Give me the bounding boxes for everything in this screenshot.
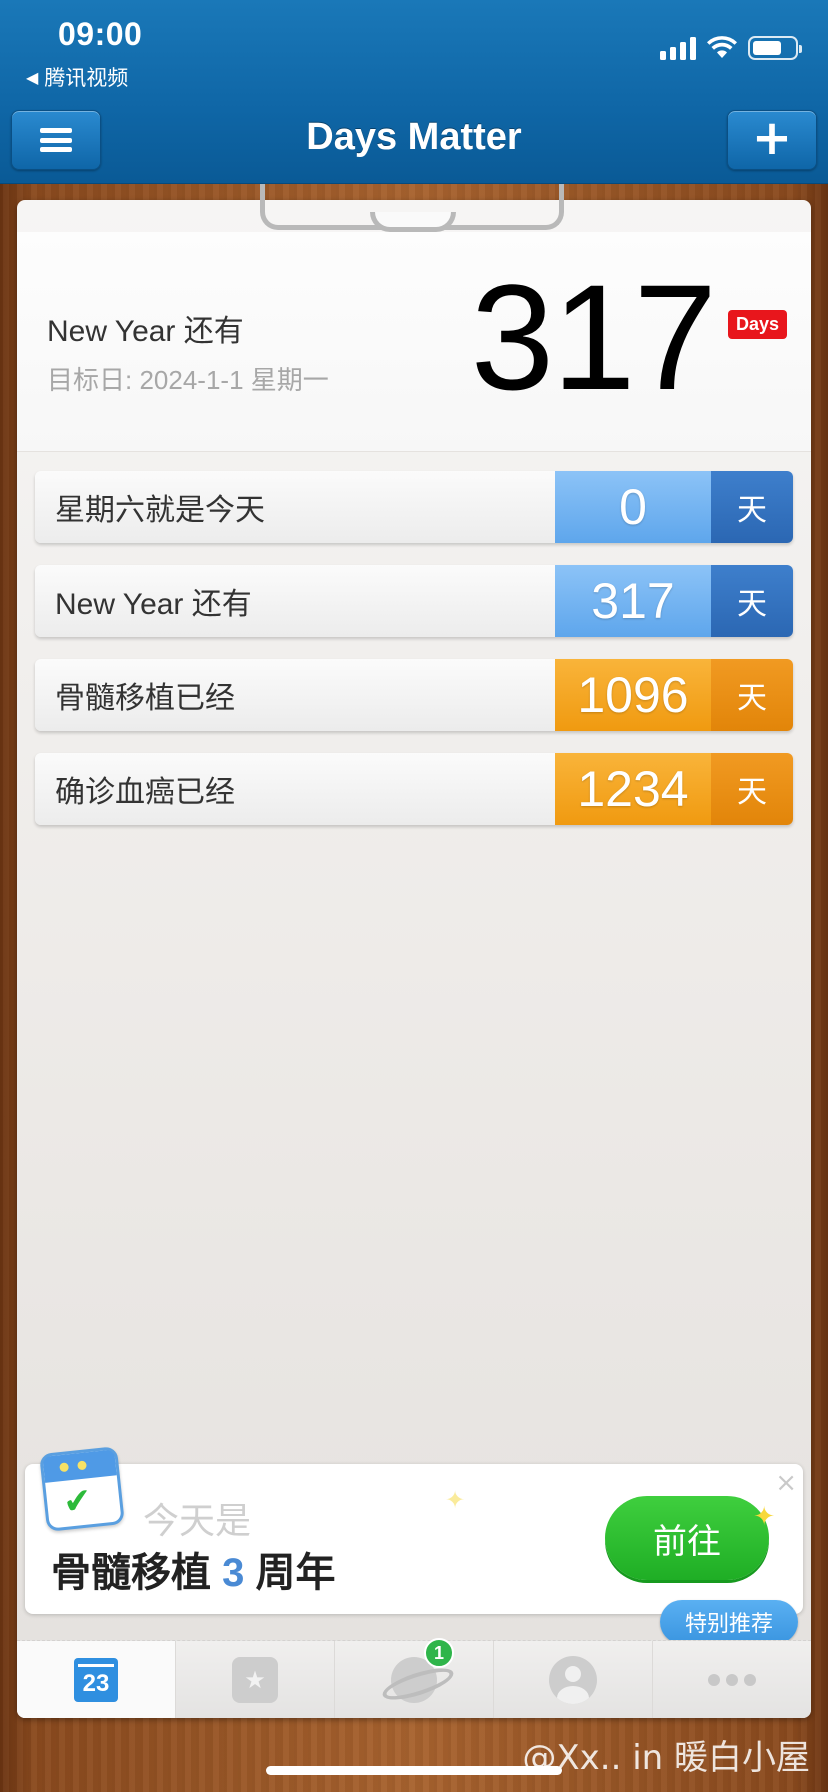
event-unit: 天 bbox=[711, 659, 793, 731]
featured-target-date: 目标日: 2024-1-1 星期一 bbox=[47, 365, 329, 395]
tab-discover[interactable] bbox=[335, 1641, 494, 1718]
days-badge: Days bbox=[727, 310, 787, 339]
event-name: 确诊血癌已经 bbox=[35, 753, 555, 825]
battery-level bbox=[753, 41, 781, 55]
event-days: 1234 bbox=[555, 753, 711, 825]
top-bar: 09:00 ◀ 腾讯视频 Days Matter + bbox=[0, 0, 828, 184]
event-name: 骨髓移植已经 bbox=[35, 659, 555, 731]
sparkle-icon: ✦ bbox=[753, 1502, 775, 1532]
featured-title: New Year 还有 bbox=[47, 315, 244, 348]
promo-main-text: 骨髓移植 3 周年 bbox=[51, 1551, 336, 1595]
event-unit: 天 bbox=[711, 565, 793, 637]
event-row[interactable]: 星期六就是今天 0 天 bbox=[35, 471, 793, 543]
battery-icon bbox=[748, 36, 802, 60]
back-app-label: 腾讯视频 bbox=[44, 66, 129, 90]
event-row[interactable]: 确诊血癌已经 1234 天 bbox=[35, 753, 793, 825]
special-recommend-tag[interactable]: 特别推荐 bbox=[660, 1600, 798, 1652]
event-row[interactable]: 骨髓移植已经 1096 天 bbox=[35, 659, 793, 731]
featured-days-count: 317 bbox=[470, 253, 717, 421]
plus-icon: + bbox=[751, 110, 793, 166]
event-unit: 天 bbox=[711, 471, 793, 543]
tab-favorites[interactable]: ★ bbox=[176, 1641, 335, 1718]
calendar-icon: 23 bbox=[74, 1657, 118, 1702]
event-days: 0 bbox=[555, 471, 711, 543]
clipboard-clip-tab bbox=[370, 212, 456, 232]
event-unit: 天 bbox=[711, 753, 793, 825]
cellular-signal-icon bbox=[660, 36, 696, 60]
back-to-app-link[interactable]: ◀ 腾讯视频 bbox=[26, 62, 128, 92]
promo-go-button[interactable]: 前往 bbox=[605, 1496, 769, 1580]
tab-calendar[interactable]: 23 bbox=[17, 1641, 176, 1718]
bottom-tab-bar: 23 ★ bbox=[17, 1640, 811, 1718]
event-name: New Year 还有 bbox=[35, 565, 555, 637]
page-title: Days Matter bbox=[306, 116, 522, 158]
promo-lead-text: 今天是 bbox=[143, 1500, 252, 1541]
add-event-button[interactable]: + bbox=[727, 110, 817, 170]
event-days: 317 bbox=[555, 565, 711, 637]
more-dots-icon bbox=[708, 1673, 756, 1686]
watermark: @Xx.. in 暖白小屋 bbox=[522, 1738, 810, 1778]
status-icons bbox=[660, 36, 802, 60]
promo-highlight-number: 3 bbox=[222, 1551, 245, 1595]
home-indicator[interactable] bbox=[266, 1766, 562, 1775]
person-icon bbox=[549, 1655, 597, 1704]
event-name: 星期六就是今天 bbox=[35, 471, 555, 543]
event-row[interactable]: New Year 还有 317 天 bbox=[35, 565, 793, 637]
featured-event[interactable]: New Year 还有 目标日: 2024-1-1 星期一 317 Days bbox=[17, 232, 811, 452]
notification-badge: 1 bbox=[424, 1638, 454, 1668]
event-days: 1096 bbox=[555, 659, 711, 731]
tab-profile[interactable] bbox=[494, 1641, 653, 1718]
sparkle-icon: ✦ bbox=[445, 1486, 466, 1514]
wifi-icon bbox=[707, 36, 737, 58]
status-time: 09:00 bbox=[58, 16, 143, 52]
close-icon[interactable]: × bbox=[775, 1468, 797, 1498]
tab-more[interactable] bbox=[653, 1641, 811, 1718]
star-list-icon: ★ bbox=[232, 1656, 278, 1703]
back-triangle-icon: ◀ bbox=[26, 67, 39, 87]
promo-banner[interactable]: ✔ 今天是 骨髓移植 3 周年 ✦ 前往 ✦ × bbox=[25, 1446, 803, 1614]
calendar-check-icon: ✔ bbox=[39, 1446, 125, 1532]
